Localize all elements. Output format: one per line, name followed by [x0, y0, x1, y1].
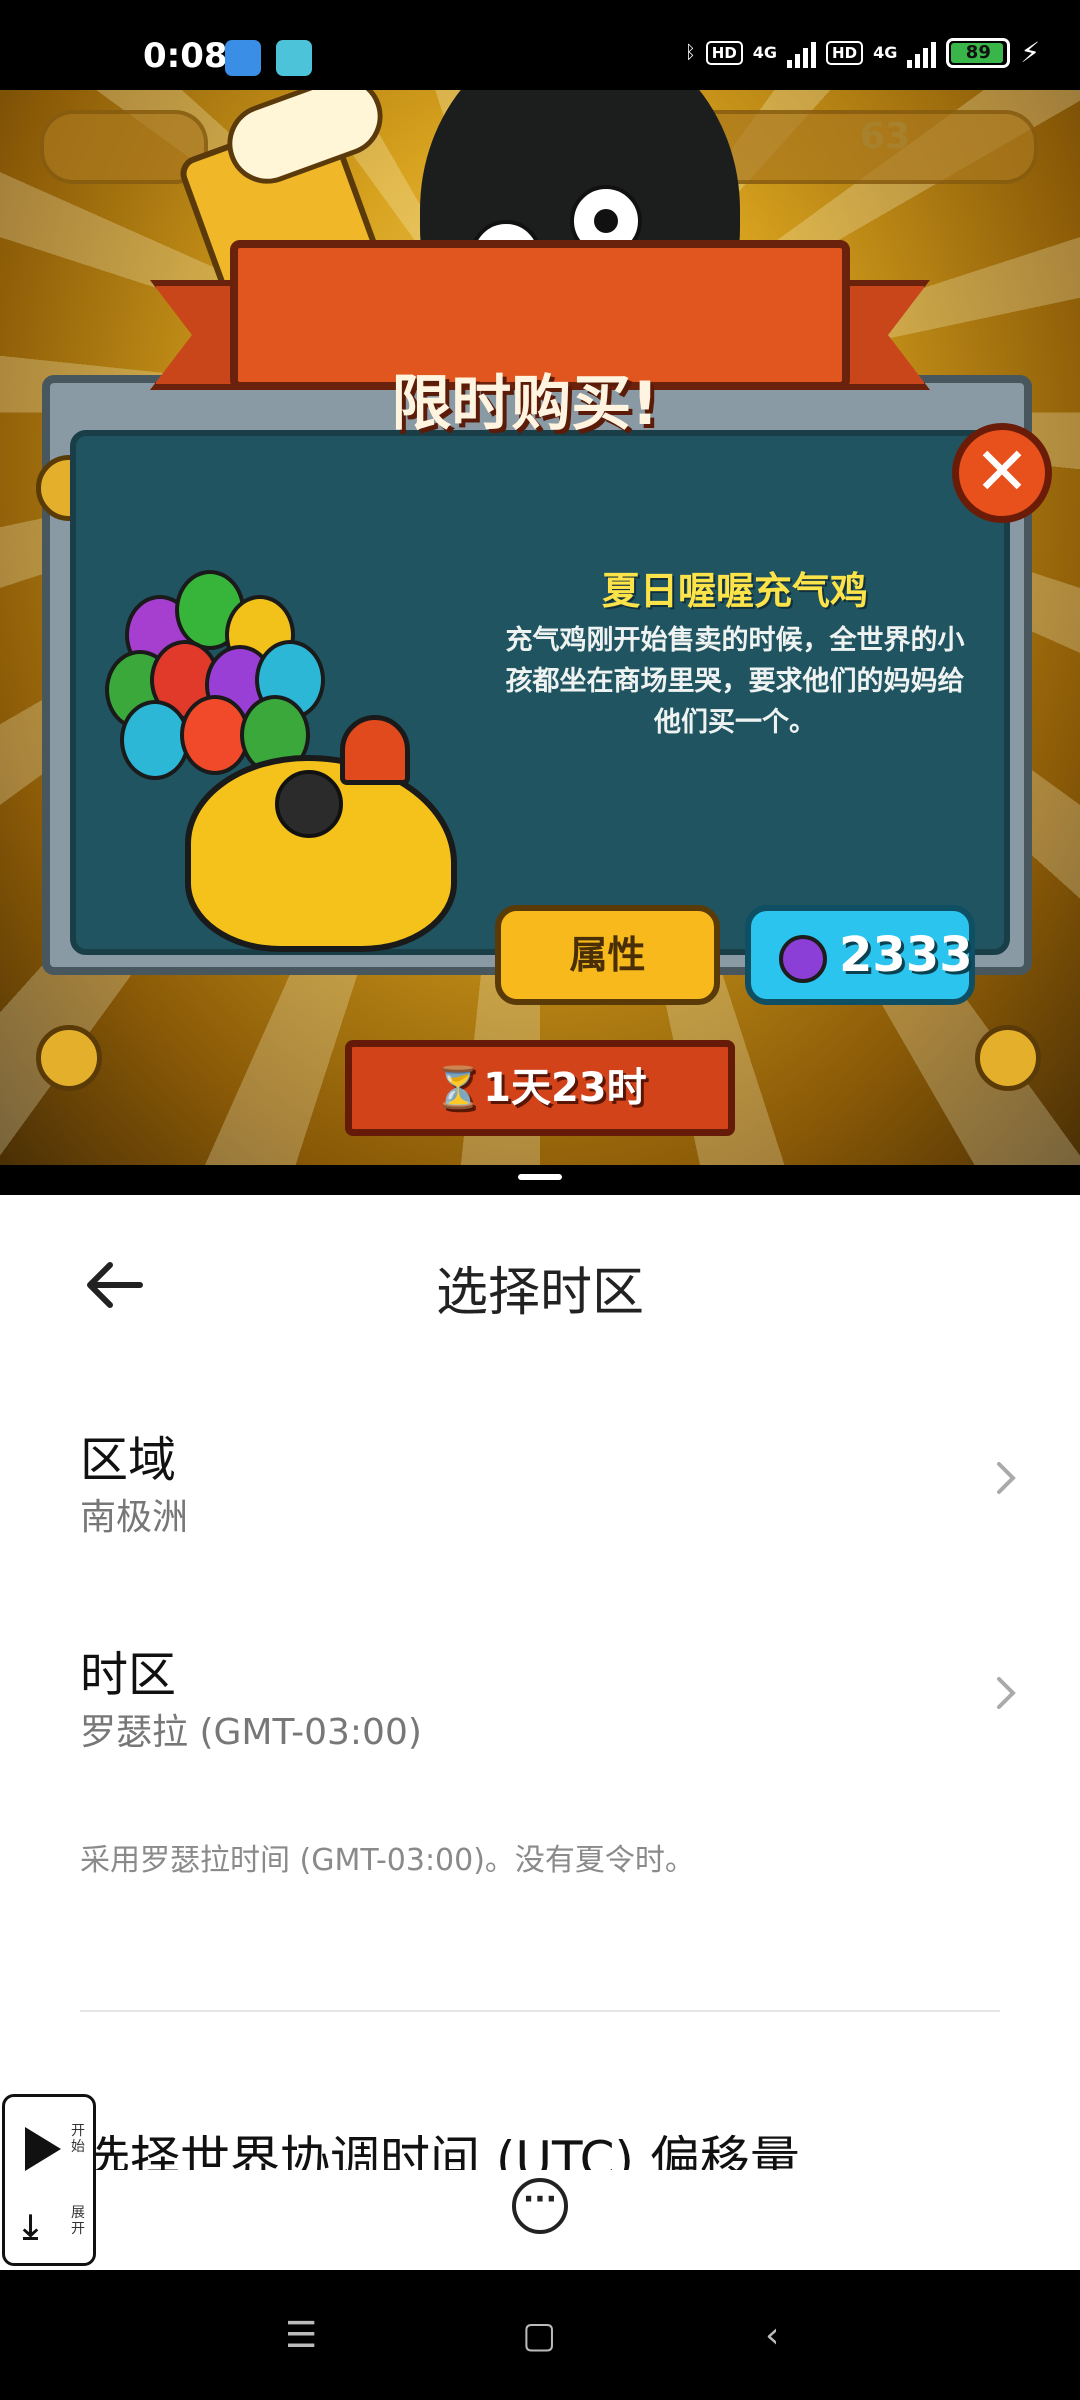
status-time: 0:08 — [143, 36, 228, 76]
utc-offset-title: 选择世界协调时间 (UTC) 偏移量 — [80, 2131, 800, 2170]
price-label: 2333 — [839, 927, 973, 983]
corner-ornament — [36, 1025, 102, 1091]
hd-icon: HD — [705, 40, 743, 65]
section-divider — [80, 2010, 1000, 2012]
more-icon[interactable]: ··· — [512, 2178, 568, 2234]
buy-button[interactable]: 2333 — [745, 905, 975, 1005]
navigation-bar: ☰ ▢ ‹ — [0, 2270, 1080, 2400]
corner-ornament — [975, 1025, 1041, 1091]
expand-label: 展开 — [71, 2205, 85, 2237]
back-icon[interactable]: ‹ — [765, 2315, 779, 2356]
timezone-title: 时区 — [80, 1647, 177, 1703]
home-icon[interactable]: ▢ — [522, 2315, 556, 2356]
timezone-row[interactable]: 时区 罗瑟拉 (GMT-03:00) — [0, 1635, 1080, 1815]
page-title: 选择时区 — [435, 1263, 644, 1323]
bluetooth-icon: ᛒ — [684, 42, 696, 63]
network-type: 4G — [873, 42, 898, 62]
inflatable-chicken-image — [105, 565, 457, 952]
floating-control[interactable]: 开始 ⤓ 展开 — [2, 2094, 96, 2266]
drag-handle-icon — [518, 1174, 562, 1180]
region-value: 南极洲 — [80, 1497, 189, 1538]
notification-app-icon — [276, 40, 312, 76]
close-dialog-button[interactable]: ✕ — [952, 423, 1052, 523]
offer-timer: ⏳1天23时 — [345, 1040, 735, 1136]
play-icon[interactable] — [25, 2127, 61, 2171]
item-description: 充气鸡刚开始售卖的时候，全世界的小孩都坐在商场里哭，要求他们的妈妈给他们买一个。 — [505, 625, 965, 738]
menu-icon[interactable]: ☰ — [285, 2315, 317, 2356]
expand-icon[interactable]: ⤓ — [23, 2207, 38, 2247]
hd-icon: HD — [826, 40, 864, 65]
timezone-note: 采用罗瑟拉时间 (GMT-03:00)。没有夏令时。 — [80, 1843, 695, 1878]
region-row[interactable]: 区域 南极洲 — [0, 1420, 1080, 1600]
attributes-button[interactable]: 属性 — [495, 905, 720, 1005]
status-bar: 0:08 ᛒ HD 4G HD 4G 89 ⚡ — [0, 0, 1080, 90]
potion-icon — [779, 935, 827, 983]
status-icons: ᛒ HD 4G HD 4G 89 ⚡ — [685, 36, 1040, 69]
region-title: 区域 — [80, 1432, 177, 1488]
charging-icon: ⚡ — [1020, 36, 1040, 69]
start-label: 开始 — [71, 2123, 85, 2155]
settings-window: 选择时区 区域 南极洲 时区 罗瑟拉 (GMT-03:00) 采用罗瑟拉时间 (… — [0, 1195, 1080, 2270]
hud-coin-count: 63 — [860, 116, 911, 157]
utc-offset-row[interactable]: 选择世界协调时间 (UTC) 偏移量 — [80, 2120, 1000, 2170]
split-screen-handle[interactable] — [0, 1165, 1080, 1195]
notification-app-icon — [225, 40, 261, 76]
signal-icon — [907, 38, 937, 68]
network-type: 4G — [752, 42, 778, 62]
chevron-right-icon — [997, 1462, 1016, 1494]
item-name: 夏日喔喔充气鸡 — [601, 569, 868, 613]
chevron-right-icon — [997, 1677, 1016, 1709]
close-icon: ✕ — [974, 433, 1030, 510]
timezone-value: 罗瑟拉 (GMT-03:00) — [80, 1712, 422, 1753]
signal-icon — [787, 38, 817, 68]
battery-icon: 89 — [946, 37, 1011, 68]
offer-title: 限时购买! — [391, 369, 659, 439]
